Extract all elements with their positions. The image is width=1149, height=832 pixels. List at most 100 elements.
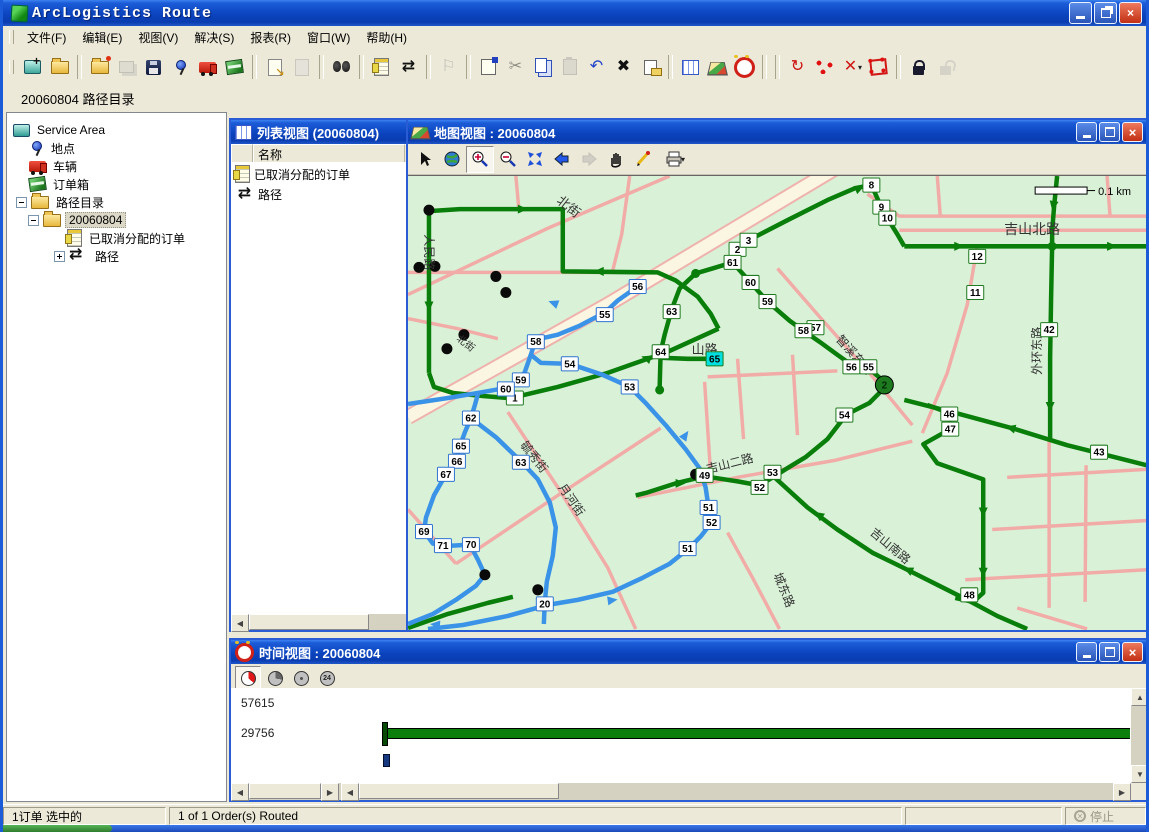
time-scale-1hr-button[interactable]: [235, 666, 261, 691]
find-button[interactable]: [328, 54, 355, 81]
start-button-sliver: [0, 825, 112, 832]
svg-text:64: 64: [655, 347, 667, 358]
back-tool-button[interactable]: [549, 147, 575, 172]
map-canvas[interactable]: 北街人民路北街吉山北路外环东路智溪东路山路吉山二路吉山南路城东路月河街毓秀街25…: [408, 175, 1147, 630]
tree-expander[interactable]: [16, 197, 27, 208]
map-close-button[interactable]: ×: [1122, 122, 1143, 142]
time-close-button[interactable]: ×: [1122, 642, 1143, 662]
globe-tool-button[interactable]: [439, 147, 465, 172]
time-minimize-button[interactable]: [1076, 642, 1097, 662]
tree-item[interactable]: 20060804: [7, 211, 226, 229]
menu-item[interactable]: 视图(V): [130, 27, 186, 48]
route-hscroll-thumb[interactable]: [249, 783, 321, 799]
tree-item[interactable]: 订单箱: [7, 175, 226, 193]
list-hscroll-left[interactable]: ◀: [231, 614, 249, 632]
lock-button[interactable]: [905, 54, 932, 81]
copy-button[interactable]: [529, 54, 556, 81]
map-minimize-button[interactable]: [1076, 122, 1097, 142]
print-dropdown-caret[interactable]: ▾: [681, 155, 685, 164]
route-name[interactable]: 29756: [241, 726, 274, 740]
route-time-bar[interactable]: [385, 728, 1131, 739]
undo-button[interactable]: ↶: [583, 54, 610, 81]
time-maximize-button[interactable]: [1099, 642, 1120, 662]
full-extent-tool-button[interactable]: [522, 147, 548, 172]
route-name[interactable]: 57615: [241, 696, 274, 710]
new-routing-folder-button[interactable]: [19, 54, 46, 81]
tree-item[interactable]: 地点: [7, 139, 226, 157]
delete-button[interactable]: ✖: [610, 54, 637, 81]
timeline-hscroll-left[interactable]: ◀: [341, 783, 359, 801]
time-vscroll[interactable]: ▲ ▼: [1130, 688, 1147, 783]
time-vscroll-up[interactable]: ▲: [1131, 688, 1149, 706]
zoom-out-tool-button[interactable]: [495, 147, 521, 172]
route-hscroll-left[interactable]: ◀: [231, 783, 249, 801]
svg-text:3: 3: [746, 236, 752, 247]
save-button[interactable]: [140, 54, 167, 81]
time-view-titlebar[interactable]: 时间视图 : 20060804 ×: [231, 640, 1147, 664]
reroute-button[interactable]: ✕▾: [838, 54, 865, 81]
tree-expander[interactable]: [28, 215, 39, 226]
svg-text:67: 67: [440, 470, 452, 481]
draw-tool-button[interactable]: [630, 147, 656, 172]
orders-list-button[interactable]: [368, 54, 395, 81]
zoom-in-tool-button[interactable]: [466, 146, 494, 173]
tree-item[interactable]: 车辆: [7, 157, 226, 175]
sequence-orders-icon: [816, 60, 833, 74]
route-box-button[interactable]: [865, 54, 892, 81]
tree-expander[interactable]: [54, 251, 65, 262]
tree-item[interactable]: ⇄路径: [7, 247, 226, 265]
toolbar-grip: [9, 60, 14, 74]
svg-text:11: 11: [970, 288, 981, 299]
menu-item[interactable]: 窗口(W): [299, 27, 358, 48]
tree-item[interactable]: 路径目录: [7, 193, 226, 211]
vehicles-button[interactable]: [194, 54, 221, 81]
pan-tool-button[interactable]: [603, 147, 629, 172]
time-vscroll-down[interactable]: ▼: [1131, 765, 1149, 783]
timeline-hscroll-right[interactable]: ▶: [1113, 783, 1131, 801]
print-tool-button[interactable]: ▾: [657, 147, 693, 172]
svg-text:63: 63: [515, 458, 527, 469]
list-hscroll-thumb[interactable]: [249, 614, 369, 630]
sequence-orders-button[interactable]: [811, 54, 838, 81]
list-view-button[interactable]: [677, 54, 704, 81]
menu-item[interactable]: 编辑(E): [74, 27, 130, 48]
close-button[interactable]: ×: [1119, 2, 1142, 24]
list-col-blank[interactable]: [231, 144, 253, 162]
route-hscroll-right[interactable]: ▶: [321, 783, 339, 801]
map-view-button[interactable]: [704, 54, 731, 81]
tree-item[interactable]: Service Area: [7, 121, 226, 139]
tree-item-label: 路径目录: [53, 194, 107, 211]
zoom-in-icon: [471, 150, 489, 168]
map-view-titlebar[interactable]: 地图视图 : 20060804 ×: [408, 120, 1147, 144]
menu-item[interactable]: 帮助(H): [358, 27, 415, 48]
locations-button[interactable]: [167, 54, 194, 81]
select-tool-button[interactable]: [412, 147, 438, 172]
navigation-tree[interactable]: Service Area地点车辆订单箱路径目录20060804已取消分配的订单⇄…: [6, 112, 227, 802]
time-scale-2hr-button[interactable]: [263, 667, 287, 690]
vehicles-icon: [199, 62, 216, 73]
properties-button[interactable]: [475, 54, 502, 81]
rebuild-routes-button[interactable]: ↻: [784, 54, 811, 81]
time-scale-24hr-button[interactable]: 24: [315, 667, 339, 690]
restore-button[interactable]: [1094, 2, 1117, 24]
open-folder-button[interactable]: [46, 54, 73, 81]
routes-button[interactable]: ⇄: [395, 54, 422, 81]
menu-item[interactable]: 文件(F): [19, 27, 74, 48]
order-box-button[interactable]: [221, 54, 248, 81]
new-folder-button[interactable]: [86, 54, 113, 81]
move-to-folder-button[interactable]: [637, 54, 664, 81]
import-orders-button[interactable]: [261, 54, 288, 81]
minimize-button[interactable]: [1069, 2, 1092, 24]
orders-icon: [67, 229, 82, 247]
time-scale-12hr-button[interactable]: [289, 667, 313, 690]
map-maximize-button[interactable]: [1099, 122, 1120, 142]
stop-label: 停止: [1090, 808, 1114, 825]
menu-item[interactable]: 解决(S): [186, 27, 242, 48]
pencil-icon: [634, 150, 652, 168]
timeline-hscroll-thumb[interactable]: [359, 783, 559, 799]
list-col-name[interactable]: 名称: [253, 144, 405, 162]
time-view-button[interactable]: [731, 54, 758, 81]
tree-item[interactable]: 已取消分配的订单: [7, 229, 226, 247]
menu-item[interactable]: 报表(R): [242, 27, 299, 48]
time-rows[interactable]: 57615 29756: [231, 688, 1131, 783]
